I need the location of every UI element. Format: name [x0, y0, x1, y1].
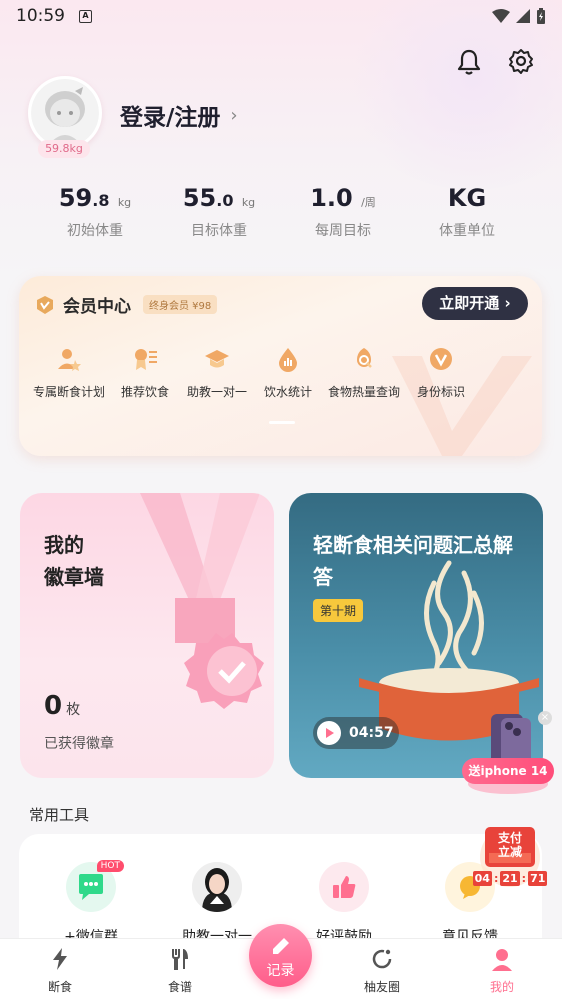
lightning-icon	[53, 948, 67, 970]
bell-icon[interactable]	[456, 48, 482, 76]
login-label: 登录/注册	[120, 105, 221, 131]
avatar-weight-tag: 59.8kg	[38, 140, 90, 158]
stat-weight-unit[interactable]: KG 体重单位	[405, 184, 529, 240]
wifi-icon	[492, 9, 510, 23]
member-title: 会员中心	[63, 297, 131, 317]
graduation-cap-icon	[205, 350, 229, 368]
wechat-chat-icon	[79, 874, 103, 900]
weight-stats: 59.8 kg 初始体重 55.0 kg 目标体重 1.0 /周 每周目标 KG…	[0, 184, 562, 240]
nav-mine[interactable]: 我的	[462, 947, 542, 995]
badge-count: 0枚	[44, 691, 81, 721]
nav-fasting[interactable]: 断食	[20, 947, 100, 995]
member-center-card: 会员中心 终身会员 ¥98 立即开通 › 专属断食计划 推荐饮食 助教一对一 饮…	[19, 276, 542, 456]
stat-weekly-goal[interactable]: 1.0 /周 每周目标	[281, 184, 405, 240]
user-icon	[492, 949, 512, 971]
carousel-indicator	[269, 421, 295, 424]
episode-tag: 第十期	[313, 599, 364, 622]
circle-refresh-icon	[372, 949, 392, 969]
member-item-water-stats[interactable]: 饮水统计	[253, 346, 323, 400]
signal-icon	[516, 9, 530, 23]
food-search-icon	[357, 348, 372, 368]
tools-section-title: 常用工具	[29, 806, 90, 824]
battery-icon	[537, 8, 545, 24]
status-time: 10:59	[16, 6, 65, 26]
award-list-icon	[135, 349, 157, 370]
pay-widget-line2: 立减	[497, 845, 522, 859]
stat-target-weight[interactable]: 55.0 kg 目标体重	[157, 184, 281, 240]
thumbs-up-icon	[333, 876, 356, 898]
open-membership-button[interactable]: 立即开通 ›	[422, 287, 528, 320]
video-duration: 04:57	[349, 725, 394, 741]
badge-count-label: 已获得徽章	[44, 736, 114, 752]
close-icon[interactable]: ×	[538, 711, 552, 725]
member-item-calorie-lookup[interactable]: 食物热量查询	[323, 346, 405, 400]
chevron-right-icon: ›	[230, 104, 238, 126]
water-drop-chart-icon	[279, 348, 297, 372]
medal-ribbon-icon	[140, 493, 264, 709]
member-item-recommended-diet[interactable]: 推荐饮食	[109, 346, 181, 400]
play-video-button[interactable]: 04:57	[313, 717, 399, 749]
member-item-tutor[interactable]: 助教一对一	[181, 346, 253, 400]
avatar[interactable]	[28, 76, 102, 150]
record-button[interactable]: 记录	[249, 924, 312, 987]
user-star-icon	[58, 349, 81, 371]
tutor-avatar	[192, 862, 242, 912]
pencil-icon	[272, 938, 289, 954]
member-crown-badge-icon	[37, 295, 53, 314]
member-item-fasting-plan[interactable]: 专属断食计划	[29, 346, 109, 400]
member-item-identity[interactable]: 身份标识	[405, 346, 477, 400]
nav-recipes[interactable]: 食谱	[140, 947, 220, 995]
pay-countdown: 04:21:71	[472, 870, 548, 886]
badge-wall-card[interactable]: 我的徽章墙 0枚 已获得徽章	[20, 493, 274, 778]
hot-badge: HOT	[96, 860, 124, 872]
badge-wall-title-2: 徽章墙	[44, 565, 104, 589]
member-price-tag: 终身会员 ¥98	[143, 295, 218, 314]
notification-a-icon: A	[79, 9, 92, 23]
promo-label[interactable]: 送iphone 14	[462, 758, 554, 784]
stat-initial-weight[interactable]: 59.8 kg 初始体重	[33, 184, 157, 240]
login-register-link[interactable]: 登录/注册 ›	[120, 98, 238, 132]
v-badge-icon	[430, 348, 452, 370]
nav-community[interactable]: 柚友圈	[342, 947, 422, 995]
tool-wechat-group[interactable]: HOT +微信群	[31, 860, 151, 946]
play-icon	[326, 728, 334, 738]
badge-wall-title-1: 我的	[44, 533, 84, 557]
status-bar: 10:59 A	[0, 0, 562, 32]
qa-title: 轻断食相关问题汇总解答	[313, 533, 513, 589]
settings-gear-icon[interactable]	[508, 48, 534, 74]
fork-knife-icon	[172, 949, 188, 970]
